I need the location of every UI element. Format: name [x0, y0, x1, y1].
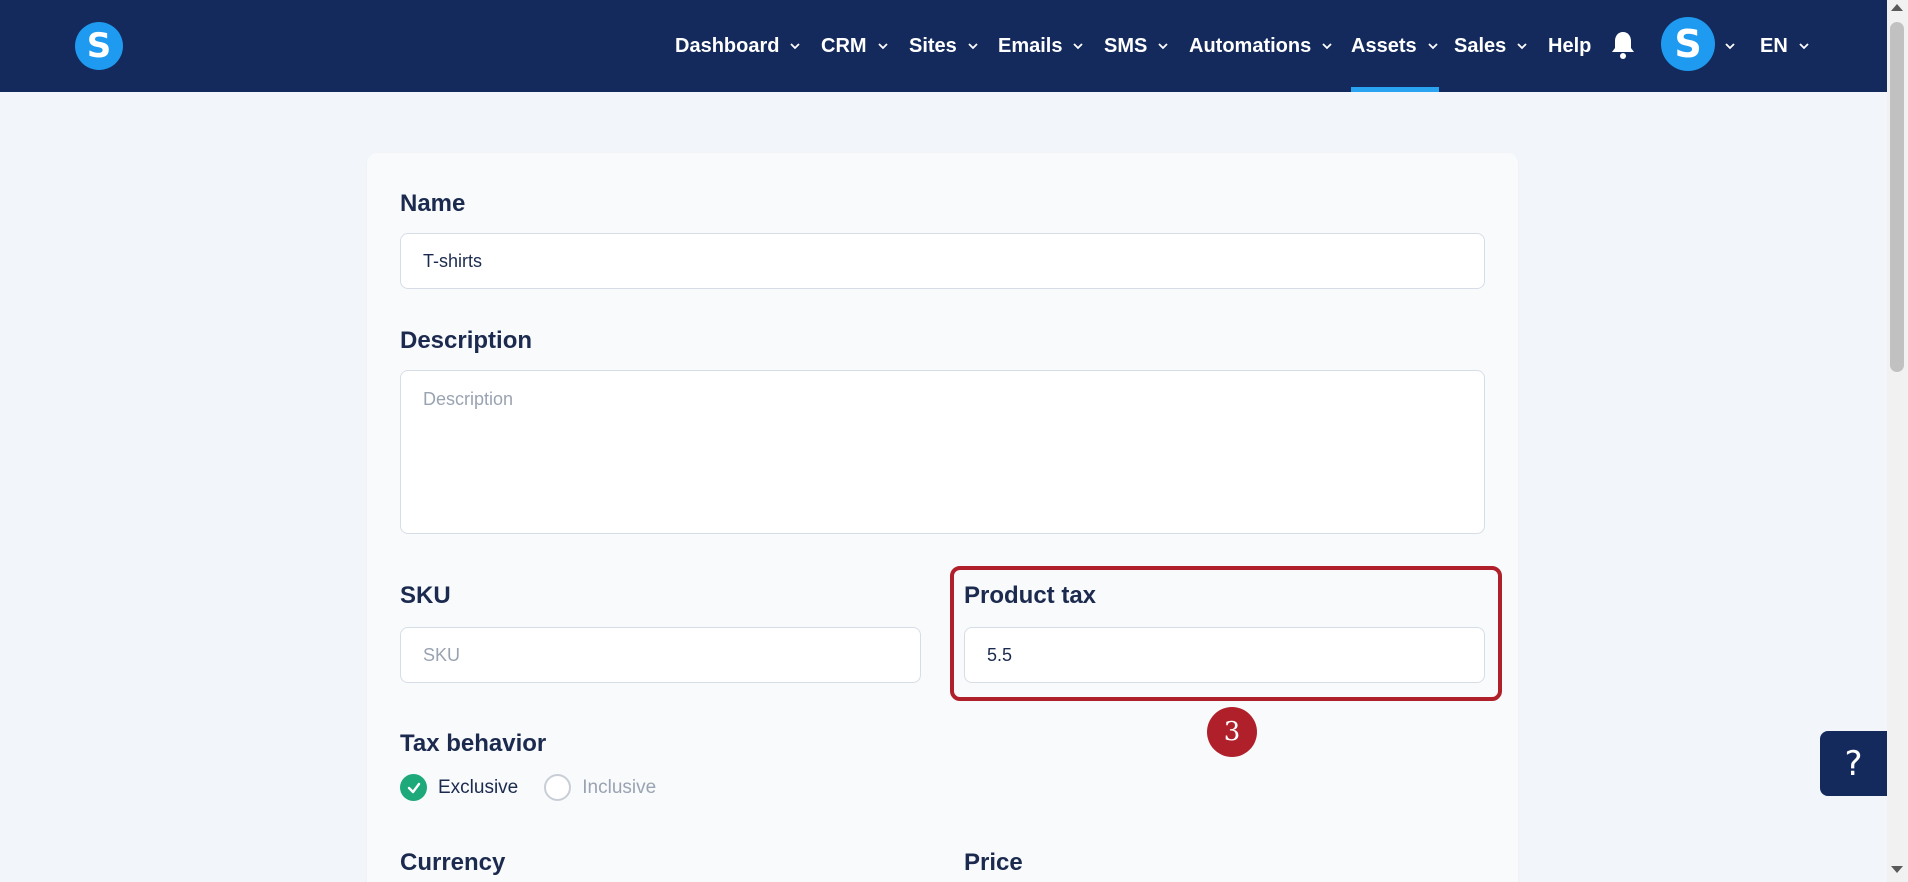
bell-icon[interactable]	[1610, 30, 1636, 60]
sku-input[interactable]: SKU	[400, 627, 921, 683]
nav-item-sites[interactable]: Sites	[909, 0, 979, 92]
nav-item-label: Sites	[909, 34, 957, 57]
name-input[interactable]: T-shirts	[400, 233, 1485, 289]
nav-item-label: Sales	[1454, 34, 1507, 57]
nav-item-label: Dashboard	[675, 34, 780, 57]
scroll-up-arrow-icon[interactable]	[1891, 4, 1903, 11]
tax-behavior-label: Tax behavior	[400, 730, 547, 757]
nav-item-label: CRM	[821, 34, 867, 57]
chevron-down-icon	[1158, 43, 1168, 50]
description-textarea[interactable]: Description	[400, 370, 1485, 534]
user-avatar[interactable]: S	[1661, 17, 1715, 71]
nav-item-label: Help	[1548, 34, 1592, 57]
language-selector[interactable]: EN	[1760, 0, 1810, 92]
price-label: Price	[964, 849, 1023, 876]
app-logo[interactable]: S	[75, 22, 123, 70]
top-navigation-bar: S Dashboard CRM Sites Emails SMS Automat…	[0, 0, 1887, 92]
chevron-down-icon	[1427, 43, 1438, 50]
sku-label: SKU	[400, 582, 451, 609]
chevron-down-icon	[1322, 43, 1332, 50]
step-number-badge: 3	[1207, 707, 1257, 757]
chevron-down-icon	[1073, 43, 1084, 50]
description-label: Description	[400, 327, 533, 354]
nav-item-label: Emails	[998, 34, 1063, 57]
exclusive-radio-label[interactable]: Exclusive	[438, 777, 518, 799]
scroll-down-arrow-icon[interactable]	[1891, 866, 1903, 873]
check-icon	[407, 782, 420, 793]
nav-item-assets[interactable]: Assets	[1351, 0, 1439, 92]
nav-item-label: Assets	[1351, 34, 1417, 57]
nav-item-dashboard[interactable]: Dashboard	[675, 0, 801, 92]
nav-item-crm[interactable]: CRM	[821, 0, 889, 92]
exclusive-radio[interactable]	[400, 774, 427, 801]
help-button[interactable]: ?	[1820, 731, 1887, 796]
nav-item-sms[interactable]: SMS	[1104, 0, 1169, 92]
language-label: EN	[1760, 34, 1788, 57]
inclusive-radio[interactable]	[544, 774, 572, 801]
chevron-down-icon	[1725, 43, 1735, 50]
name-label: Name	[400, 190, 466, 217]
nav-item-sales[interactable]: Sales	[1454, 0, 1528, 92]
nav-item-label: Automations	[1189, 34, 1312, 57]
scrollbar-thumb[interactable]	[1890, 22, 1904, 372]
nav-item-automations[interactable]: Automations	[1189, 0, 1333, 92]
avatar-menu-toggle[interactable]	[1724, 0, 1736, 92]
nav-item-label: SMS	[1104, 34, 1148, 57]
chevron-down-icon	[968, 43, 978, 50]
chevron-down-icon	[790, 43, 801, 50]
inclusive-radio-label[interactable]: Inclusive	[582, 777, 656, 799]
nav-item-emails[interactable]: Emails	[998, 0, 1084, 92]
chevron-down-icon	[1799, 43, 1809, 50]
nav-item-help[interactable]: Help	[1548, 0, 1591, 92]
step-highlight-box	[950, 566, 1502, 701]
chevron-down-icon	[1517, 43, 1527, 50]
tax-behavior-radio-group: Exclusive Inclusive	[400, 774, 682, 801]
chevron-down-icon	[877, 43, 888, 50]
currency-label: Currency	[400, 849, 506, 876]
